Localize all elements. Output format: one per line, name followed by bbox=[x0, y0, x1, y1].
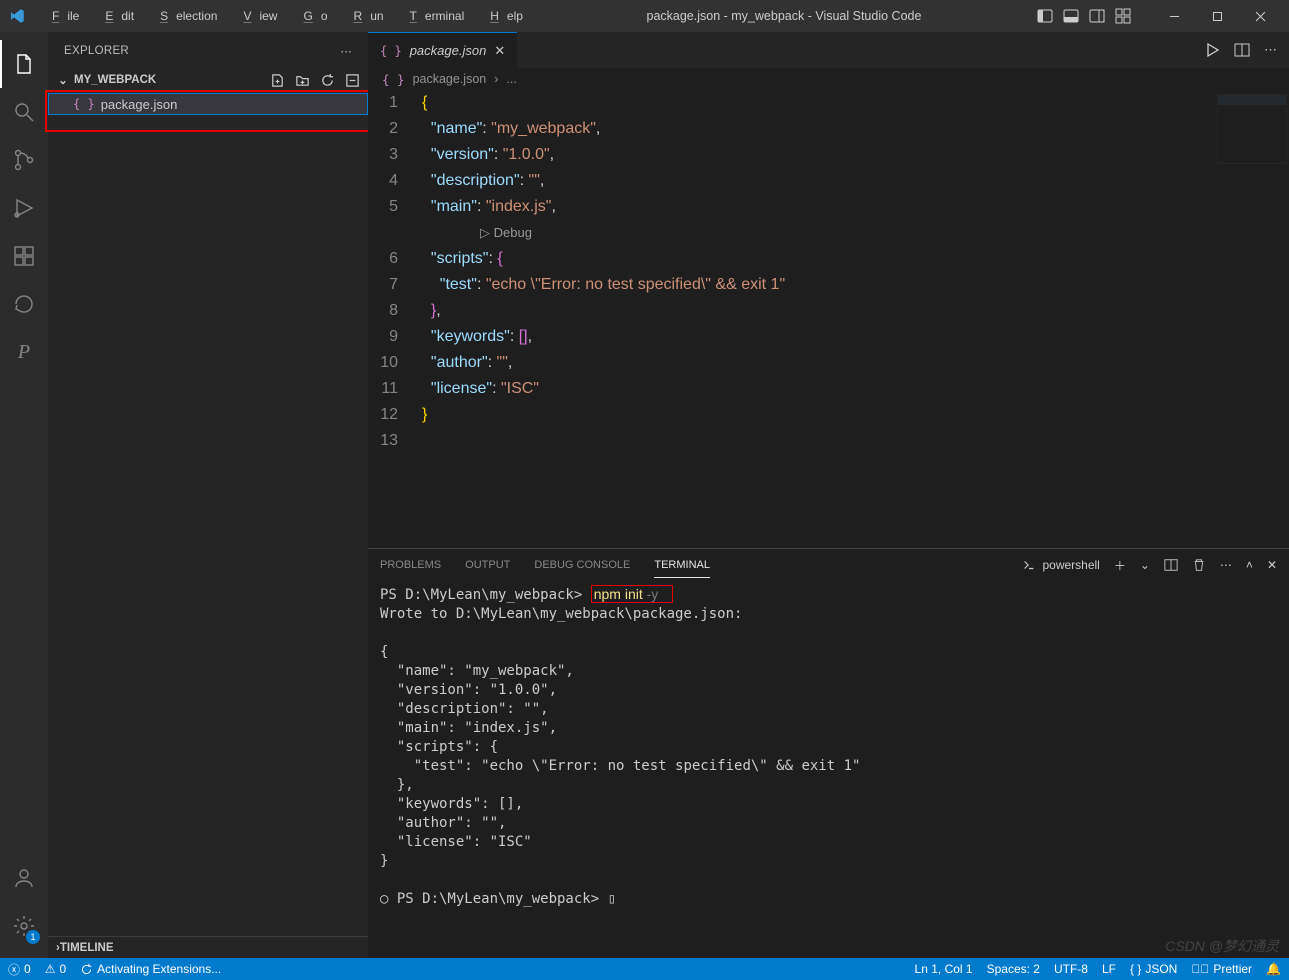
menu-selection[interactable]: Selection bbox=[144, 5, 225, 27]
panel-tab-output[interactable]: OUTPUT bbox=[465, 553, 510, 577]
status-lncol[interactable]: Ln 1, Col 1 bbox=[915, 962, 973, 976]
json-file-icon: { } bbox=[382, 72, 405, 87]
status-language[interactable]: { } JSON bbox=[1130, 962, 1177, 976]
menu-bar: File Edit Selection View Go Run Terminal… bbox=[36, 5, 531, 27]
panel-more-icon[interactable]: ⋯ bbox=[1220, 558, 1232, 572]
menu-edit[interactable]: Edit bbox=[89, 5, 142, 27]
menu-terminal[interactable]: Terminal bbox=[394, 5, 473, 27]
activity-scm[interactable] bbox=[0, 136, 48, 184]
layout-controls bbox=[1037, 8, 1131, 24]
customize-layout-icon[interactable] bbox=[1115, 8, 1131, 24]
split-editor-icon[interactable] bbox=[1234, 42, 1250, 58]
close-button[interactable] bbox=[1239, 2, 1281, 30]
menu-file[interactable]: File bbox=[36, 5, 87, 27]
code-editor[interactable]: 12345678910111213 { "name": "my_webpack"… bbox=[368, 90, 1289, 548]
explorer-title: EXPLORER bbox=[64, 45, 129, 57]
explorer-header: EXPLORER ⋯ bbox=[48, 32, 368, 69]
menu-help[interactable]: Help bbox=[474, 5, 531, 27]
window-title: package.json - my_webpack - Visual Studi… bbox=[535, 9, 1033, 23]
file-name: package.json bbox=[101, 97, 178, 112]
panel-bottom-icon[interactable] bbox=[1063, 8, 1079, 24]
tab-package-json[interactable]: { } package.json ✕ bbox=[368, 32, 517, 68]
menu-go[interactable]: Go bbox=[287, 5, 335, 27]
timeline-header[interactable]: › TIMELINE bbox=[48, 936, 368, 958]
explorer-menu-icon[interactable]: ⋯ bbox=[340, 44, 352, 58]
explorer-sidebar: EXPLORER ⋯ ⌄ MY_WEBPACK { } package.json… bbox=[48, 32, 368, 958]
status-warnings[interactable]: ⚠ 0 bbox=[45, 962, 66, 976]
new-terminal-icon[interactable]: ＋ bbox=[1114, 557, 1126, 574]
status-encoding[interactable]: UTF-8 bbox=[1054, 962, 1088, 976]
activity-prettier[interactable]: P bbox=[0, 328, 48, 376]
panel-left-icon[interactable] bbox=[1037, 8, 1053, 24]
editor-more-icon[interactable]: ⋯ bbox=[1264, 42, 1277, 58]
kill-terminal-icon[interactable] bbox=[1192, 558, 1206, 572]
code-content[interactable]: { "name": "my_webpack", "version": "1.0.… bbox=[416, 90, 785, 548]
close-icon[interactable]: ✕ bbox=[494, 43, 505, 59]
panel-right-icon[interactable] bbox=[1089, 8, 1105, 24]
new-file-icon[interactable] bbox=[270, 73, 285, 88]
activity-bar: P 1 bbox=[0, 32, 48, 958]
json-file-icon: { } bbox=[380, 44, 402, 58]
bottom-panel: PROBLEMS OUTPUT DEBUG CONSOLE TERMINAL p… bbox=[368, 548, 1289, 958]
file-tree: { } package.json bbox=[48, 91, 368, 117]
status-spaces[interactable]: Spaces: 2 bbox=[987, 962, 1040, 976]
minimap[interactable] bbox=[1217, 94, 1287, 164]
panel-tab-problems[interactable]: PROBLEMS bbox=[380, 553, 441, 577]
activity-settings[interactable]: 1 bbox=[0, 902, 48, 950]
editor-area: { } package.json ✕ ⋯ { } package.json › … bbox=[368, 32, 1289, 958]
new-folder-icon[interactable] bbox=[295, 73, 310, 88]
terminal-dropdown-icon[interactable]: ⌄ bbox=[1140, 558, 1150, 572]
maximize-panel-icon[interactable]: ˄ bbox=[1246, 558, 1253, 572]
status-bar: ⓧ 0 ⚠ 0 Activating Extensions... Ln 1, C… bbox=[0, 958, 1289, 980]
activity-search[interactable] bbox=[0, 88, 48, 136]
title-bar: File Edit Selection View Go Run Terminal… bbox=[0, 0, 1289, 32]
timeline-label: TIMELINE bbox=[60, 942, 114, 954]
line-gutter: 12345678910111213 bbox=[368, 90, 416, 548]
status-prettier[interactable]: ✕⃝ Prettier bbox=[1191, 962, 1252, 976]
activity-extensions[interactable] bbox=[0, 232, 48, 280]
activity-account[interactable] bbox=[0, 854, 48, 902]
activity-explorer[interactable] bbox=[0, 40, 48, 88]
split-terminal-icon[interactable] bbox=[1164, 558, 1178, 572]
status-activating[interactable]: Activating Extensions... bbox=[80, 962, 221, 976]
collapse-icon[interactable] bbox=[345, 73, 360, 88]
close-panel-icon[interactable]: ✕ bbox=[1267, 558, 1277, 572]
breadcrumb[interactable]: { } package.json › ... bbox=[368, 68, 1289, 90]
terminal-content[interactable]: PS D:\MyLean\my_webpack> npm init -y Wro… bbox=[368, 581, 1289, 958]
run-icon[interactable] bbox=[1204, 42, 1220, 58]
terminal-shell-selector[interactable]: powershell bbox=[1022, 558, 1099, 572]
vscode-logo-icon bbox=[8, 7, 26, 25]
activity-remote[interactable] bbox=[0, 280, 48, 328]
tab-bar: { } package.json ✕ ⋯ bbox=[368, 32, 1289, 68]
panel-tab-debugconsole[interactable]: DEBUG CONSOLE bbox=[534, 553, 630, 577]
window-controls bbox=[1153, 2, 1281, 30]
maximize-button[interactable] bbox=[1196, 2, 1238, 30]
project-header[interactable]: ⌄ MY_WEBPACK bbox=[48, 69, 368, 91]
menu-view[interactable]: View bbox=[227, 5, 285, 27]
status-bell-icon[interactable]: 🔔 bbox=[1266, 962, 1281, 976]
project-name: MY_WEBPACK bbox=[74, 74, 156, 86]
breadcrumb-file: package.json bbox=[413, 72, 487, 86]
status-errors[interactable]: ⓧ 0 bbox=[8, 961, 31, 978]
chevron-down-icon: ⌄ bbox=[56, 73, 70, 87]
menu-run[interactable]: Run bbox=[338, 5, 392, 27]
panel-tab-terminal[interactable]: TERMINAL bbox=[654, 553, 710, 578]
refresh-icon[interactable] bbox=[320, 73, 335, 88]
tree-item-package-json[interactable]: { } package.json bbox=[48, 93, 368, 115]
chevron-right-icon: › bbox=[494, 72, 498, 86]
status-eol[interactable]: LF bbox=[1102, 962, 1116, 976]
minimize-button[interactable] bbox=[1153, 2, 1195, 30]
tab-label: package.json bbox=[410, 43, 487, 58]
json-file-icon: { } bbox=[73, 97, 95, 111]
activity-debug[interactable] bbox=[0, 184, 48, 232]
panel-tabs: PROBLEMS OUTPUT DEBUG CONSOLE TERMINAL p… bbox=[368, 549, 1289, 581]
breadcrumb-more: ... bbox=[506, 72, 516, 86]
